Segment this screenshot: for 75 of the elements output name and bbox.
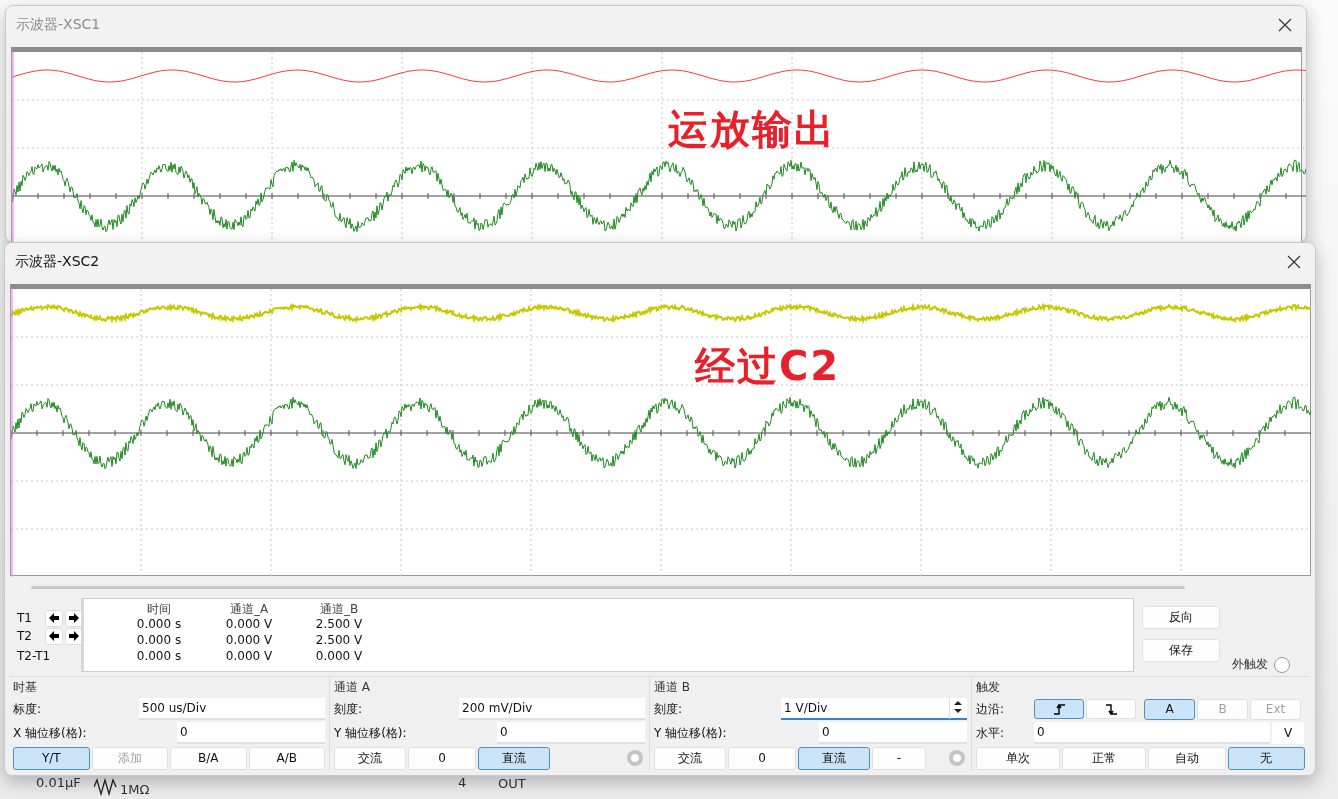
window-title: 示波器-XSC1 <box>16 15 101 34</box>
mode-button[interactable]: Y/T <box>13 746 90 770</box>
cursor-label: T2-T1 <box>17 649 52 663</box>
field-label: Y 轴位移(格): <box>654 724 727 742</box>
unit-label: V <box>1272 722 1304 744</box>
input-field[interactable]: 0 <box>1034 722 1270 744</box>
group-title: 通道 A <box>334 679 372 696</box>
cursor-label: T2 <box>17 629 33 643</box>
group-title: 触发 <box>976 679 1001 696</box>
invert-button[interactable]: - <box>872 746 926 770</box>
ring-icon <box>949 750 965 766</box>
input-field[interactable]: 1 V/Div <box>781 698 967 720</box>
field-label: 刻度: <box>334 700 363 718</box>
field-label: 刻度: <box>654 700 683 718</box>
readout-value: 0.000 s <box>135 649 183 665</box>
right-arrow-icon <box>68 612 80 624</box>
input-field[interactable]: 200 mV/Div <box>459 698 645 720</box>
schematic-label: OUT <box>498 776 526 791</box>
schematic-label: 0.01μF <box>36 775 81 790</box>
annotation-text: 经过C2 <box>695 342 841 391</box>
input-field[interactable]: 500 us/Div <box>139 698 325 720</box>
readout-value: 0.000 V <box>224 649 274 665</box>
save-button[interactable]: 保存 <box>1142 639 1220 662</box>
coupling-button[interactable]: 交流 <box>654 746 726 770</box>
column-header: 时间 <box>146 601 172 617</box>
left-arrow-icon <box>48 630 60 642</box>
trigger-mode-button[interactable]: 自动 <box>1148 746 1226 770</box>
field-label: X 轴位移(格): <box>13 724 87 742</box>
mode-button[interactable]: B/A <box>170 746 247 770</box>
readout-value: 0.000 s <box>135 617 183 633</box>
schematic-label: 1MΩ <box>120 782 150 797</box>
move-left-button[interactable] <box>45 609 63 627</box>
radio-label: 外触发 <box>1232 656 1268 673</box>
readout-value: 2.500 V <box>314 633 364 649</box>
resistor-icon <box>94 778 118 796</box>
trigger-mode-button[interactable]: 正常 <box>1062 746 1147 770</box>
field-label: 标度: <box>13 700 42 718</box>
scrollbar[interactable] <box>31 585 1185 589</box>
group-title: 时基 <box>13 679 38 696</box>
right-arrow-icon <box>68 630 80 642</box>
column-header: 通道_B <box>318 601 360 617</box>
column-header: 通道_A <box>228 601 270 617</box>
falling-edge-icon <box>1103 701 1119 717</box>
readout-value: 0.000 V <box>224 617 274 633</box>
coupling-button[interactable]: 直流 <box>478 746 550 770</box>
field-label: 水平: <box>976 724 1006 742</box>
readout-value: 0.000 V <box>314 649 364 665</box>
field-label: Y 轴位移(格): <box>334 724 407 742</box>
schematic-label: 4 <box>458 775 467 790</box>
reverse-button[interactable]: 反向 <box>1142 606 1220 629</box>
left-arrow-icon <box>48 612 60 624</box>
field-label: 边沿: <box>976 700 1006 718</box>
cursor-label: T1 <box>17 611 33 625</box>
trigger-mode-button[interactable]: 单次 <box>976 746 1061 770</box>
group-title: 通道 B <box>654 679 692 696</box>
rising-edge-icon <box>1051 701 1067 717</box>
window-title: 示波器-XSC2 <box>15 252 100 271</box>
readout-value: 2.500 V <box>314 617 364 633</box>
input-field[interactable]: 0 <box>177 722 325 744</box>
edge-button[interactable] <box>1034 699 1084 719</box>
coupling-button[interactable]: 0 <box>728 746 796 770</box>
annotation-text: 运放输出 <box>668 105 836 154</box>
readout-value: 0.000 s <box>135 633 183 649</box>
trigger-mode-button[interactable]: 无 <box>1227 746 1305 770</box>
source-button[interactable]: A <box>1144 698 1195 720</box>
ring-icon <box>627 750 643 766</box>
radio-button[interactable] <box>1274 656 1290 673</box>
coupling-button[interactable]: 0 <box>408 746 476 770</box>
move-left-button[interactable] <box>45 627 63 645</box>
mode-button[interactable]: A/B <box>248 746 325 770</box>
coupling-button[interactable]: 交流 <box>334 746 406 770</box>
input-field[interactable]: 0 <box>497 722 645 744</box>
coupling-button[interactable]: 直流 <box>798 746 870 770</box>
input-field[interactable]: 0 <box>819 722 967 744</box>
readout-value: 0.000 V <box>224 633 274 649</box>
